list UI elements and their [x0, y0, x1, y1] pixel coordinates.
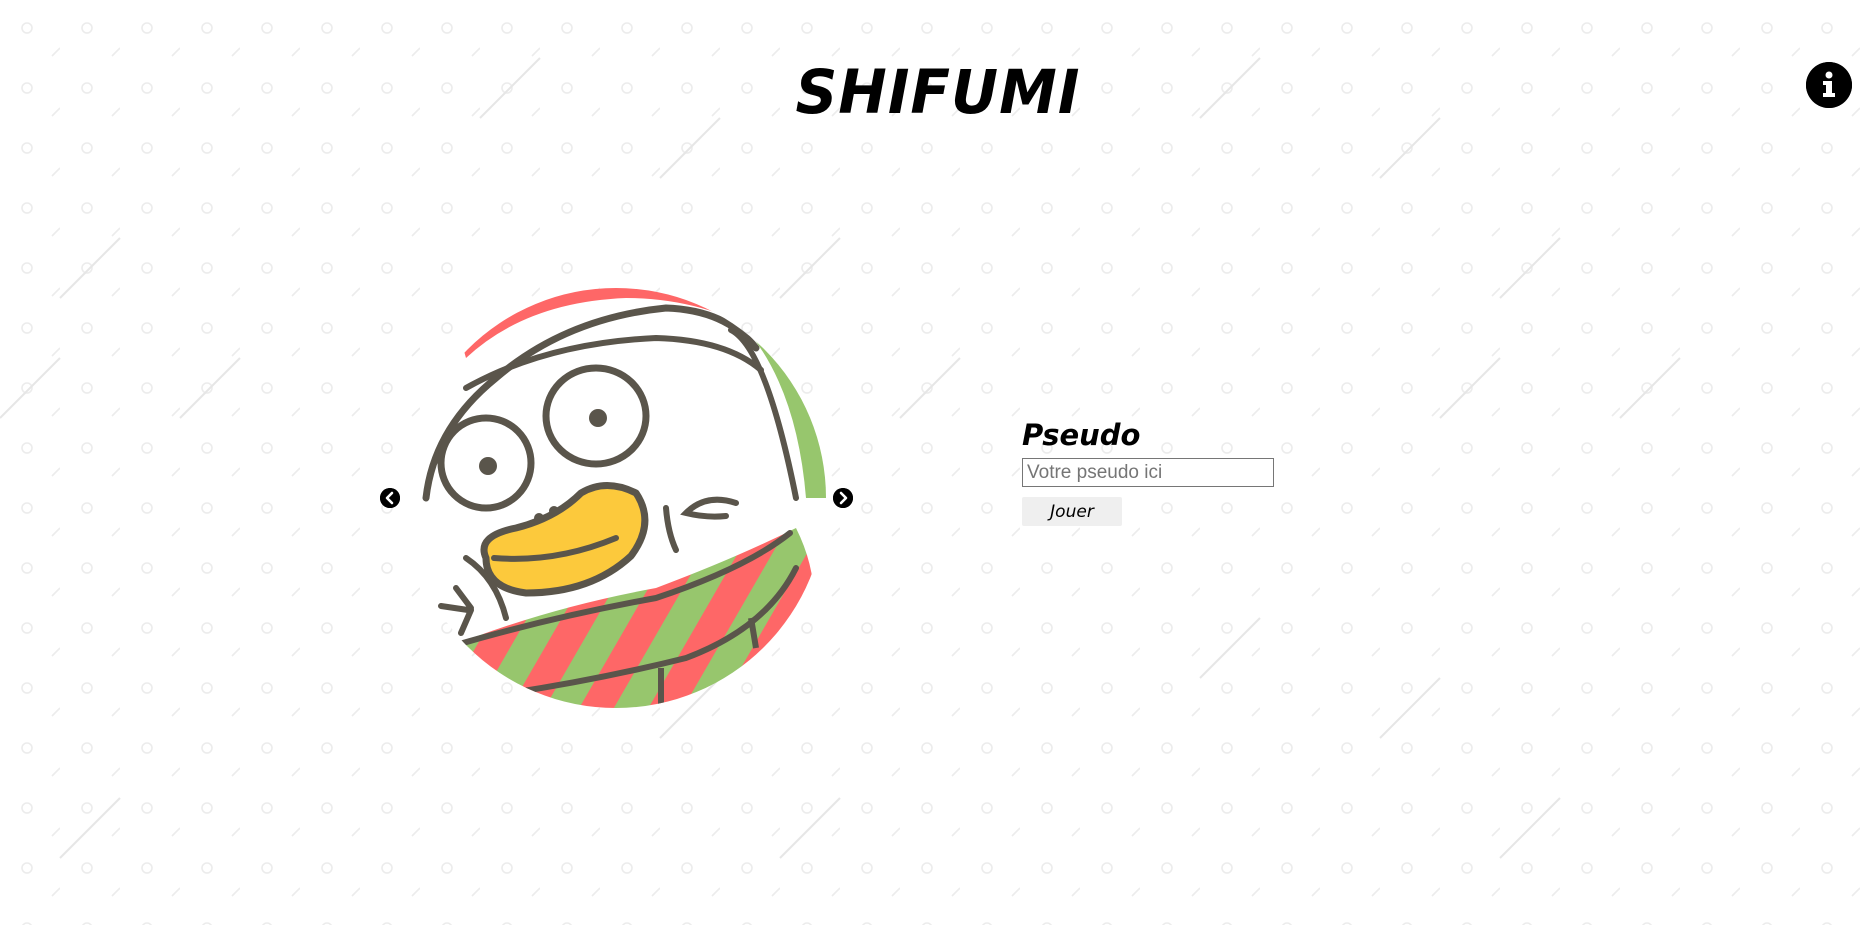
pseudo-input[interactable]	[1022, 458, 1274, 487]
info-circle-icon	[1806, 62, 1852, 108]
login-form: Pseudo Jouer	[1022, 418, 1282, 526]
pseudo-label: Pseudo	[1022, 418, 1141, 452]
chevron-left-circle-icon	[380, 488, 400, 508]
info-button[interactable]	[1806, 62, 1852, 108]
carousel-next-button[interactable]	[833, 488, 853, 508]
duck-avatar-image	[406, 288, 826, 708]
carousel-prev-button[interactable]	[380, 488, 400, 508]
avatar-carousel	[380, 288, 860, 708]
page-title: SHIFUMI	[795, 56, 1081, 128]
play-button[interactable]: Jouer	[1022, 497, 1122, 526]
chevron-right-circle-icon	[833, 488, 853, 508]
page: SHIFUMI Pseudo Votre pseudo ici Jouer	[0, 0, 1876, 925]
background-pattern	[0, 0, 1876, 925]
